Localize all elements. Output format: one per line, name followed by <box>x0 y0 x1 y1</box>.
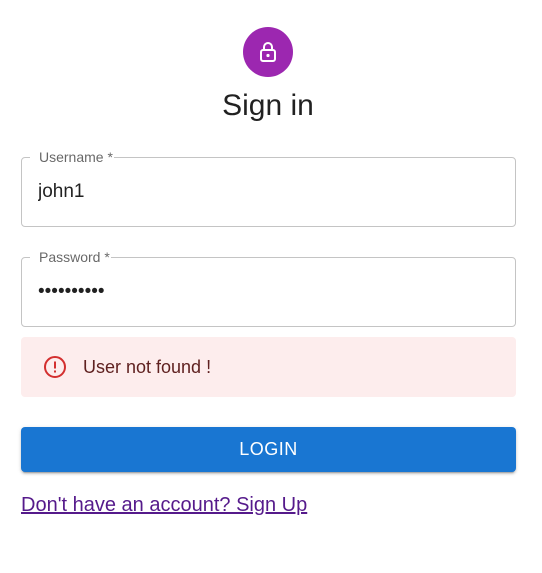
password-label: Password * <box>39 248 110 266</box>
login-button[interactable]: LOGIN <box>21 427 516 472</box>
username-label: Username * <box>39 148 113 166</box>
alert-message: User not found ! <box>83 356 212 377</box>
lock-open-icon <box>260 42 276 62</box>
page-title: Sign in <box>222 89 314 122</box>
error-alert: User not found ! <box>21 337 516 397</box>
signup-link[interactable]: Don't have an account? Sign Up <box>21 494 307 517</box>
avatar <box>243 27 293 77</box>
error-outline-icon <box>42 354 68 380</box>
username-field[interactable]: Username * Username * <box>21 148 516 227</box>
password-field[interactable]: Password * Password * <box>21 248 516 327</box>
password-input[interactable] <box>38 275 498 309</box>
username-input[interactable] <box>38 175 498 209</box>
